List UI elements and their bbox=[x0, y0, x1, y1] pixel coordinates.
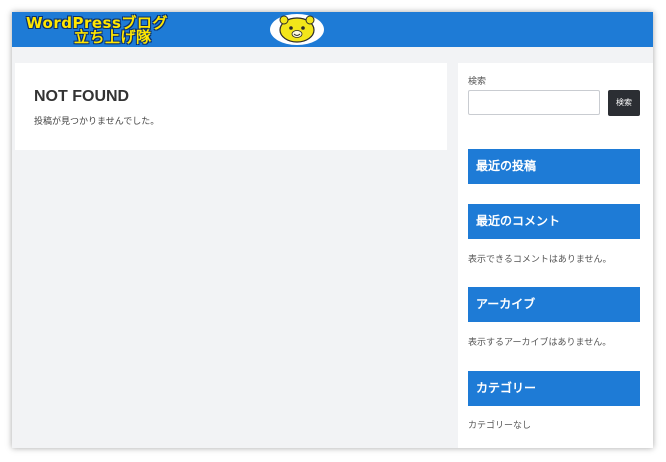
sidebar: 検索 検索 最近の投稿 最近のコメント 表示できるコメントはありません。 アーカ… bbox=[458, 63, 653, 448]
widget-title-categories: カテゴリー bbox=[468, 371, 640, 406]
search-button[interactable]: 検索 bbox=[608, 90, 640, 116]
logo-line2: 立ち上げ隊 bbox=[74, 28, 152, 46]
search-label: 検索 bbox=[468, 77, 487, 87]
widget-text-recent-comments: 表示できるコメントはありません。 bbox=[468, 255, 612, 265]
not-found-message: 投稿が見つかりませんでした。 bbox=[34, 117, 160, 127]
widget-title-recent-posts: 最近の投稿 bbox=[468, 149, 640, 184]
page-title: NOT FOUND bbox=[34, 88, 130, 105]
site-logo[interactable]: WordPressブログ 立ち上げ隊 bbox=[26, 12, 324, 47]
browser-page: WordPressブログ 立ち上げ隊 NOT FOUND 投稿が見つかりませんで… bbox=[12, 12, 653, 448]
widget-text-archives: 表示するアーカイブはありません。 bbox=[468, 338, 612, 348]
widget-text-categories: カテゴリーなし bbox=[468, 421, 532, 431]
widget-title-recent-comments: 最近のコメント bbox=[468, 204, 640, 239]
bear-mascot-icon bbox=[270, 14, 324, 45]
search-input[interactable] bbox=[468, 90, 600, 115]
site-header: WordPressブログ 立ち上げ隊 bbox=[12, 12, 653, 47]
widget-title-archives: アーカイブ bbox=[468, 287, 640, 322]
not-found-card: NOT FOUND 投稿が見つかりませんでした。 bbox=[15, 63, 447, 150]
